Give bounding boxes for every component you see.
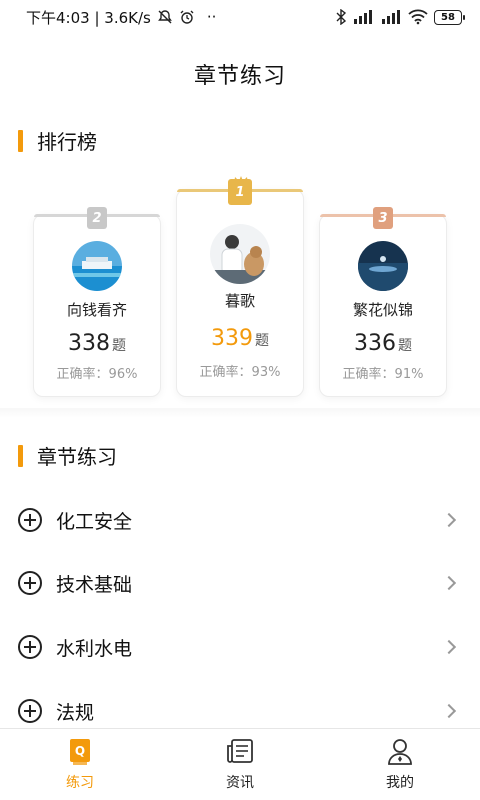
bluetooth-icon [336,9,346,25]
chapter-label: 法规 [56,701,95,724]
practice-icon: Q [66,738,94,766]
rank-count: 338 题 [34,331,160,356]
rank-count-unit: 题 [398,338,412,354]
mute-notification-icon [157,9,173,25]
plus-circle-icon [18,699,42,723]
rank-badge-3: 3 [373,207,393,229]
chapter-item-hydropower[interactable]: 水利水电 [0,617,480,677]
rank-count: 336 题 [320,331,446,356]
rank-badge-2: 2 [87,207,107,229]
tab-news[interactable]: 资讯 [160,729,320,800]
rank-name: 暮歌 [224,292,255,310]
chapter-header: 章节练习 [18,441,117,470]
chapter-label: 化工安全 [56,510,133,533]
status-bar: 下午4:03 | 3.6K/s ·· 58 [0,0,480,34]
plus-circle-icon [18,571,42,595]
section-accent-bar [18,129,23,152]
leaderboard-header: 排行榜 [18,126,97,155]
chevron-right-icon [441,639,457,655]
chapter-item-technical-basics[interactable]: 技术基础 [0,553,480,613]
leaderboard-title: 排行榜 [37,130,97,154]
chapter-label: 技术基础 [56,573,133,596]
signal-hd-1-icon [352,9,374,25]
tab-profile[interactable]: 我的 [320,729,480,800]
page-title: 章节练习 [193,64,286,89]
plus-circle-icon [18,508,42,532]
chevron-right-icon [441,575,457,591]
wifi-icon [408,9,428,25]
avatar [72,241,122,291]
rank-count-unit: 题 [112,338,126,354]
rank-accuracy: 正确率：96% [56,367,138,382]
alarm-icon [179,9,195,25]
section-divider [0,408,480,418]
status-time: 下午4:03 | 3.6K/s [26,8,151,27]
rank-card-1[interactable]: 1 暮歌 339 题 正确率：93% [176,176,304,397]
rank-count-number: 336 [354,331,396,356]
plus-circle-icon [18,635,42,659]
rank-name: 向钱看齐 [66,301,127,319]
rank-count: 339 题 [177,326,303,351]
tab-practice[interactable]: Q 练习 [0,729,160,800]
rank-count-unit: 题 [255,333,269,349]
news-icon [226,738,254,766]
rank-count-number: 338 [68,331,110,356]
bottom-tab-bar: Q 练习 资讯 我的 [0,728,480,800]
more-dots: ·· [206,8,217,26]
chevron-right-icon [441,512,457,528]
rank-accuracy: 正确率：93% [199,365,281,380]
profile-icon [386,738,414,766]
tab-label: 练习 [66,774,94,791]
section-accent-bar [18,444,23,467]
chapter-label: 水利水电 [56,637,133,660]
chevron-right-icon [441,703,457,719]
rank-count-number: 339 [211,326,253,351]
chapter-section-title: 章节练习 [37,445,117,469]
chapter-item-chemical-safety[interactable]: 化工安全 [0,490,480,550]
rank-badge-1: 1 [228,179,252,205]
tab-label: 我的 [386,774,414,791]
battery-indicator: 58 [434,9,465,25]
svg-text:Q: Q [75,744,85,758]
rank-card-2[interactable]: 2 向钱看齐 338 题 正确率：96% [33,207,161,397]
avatar [358,241,408,291]
rank-card-3[interactable]: 3 繁花似锦 336 题 正确率：91% [319,207,447,397]
rank-accuracy: 正确率：91% [342,367,424,382]
tab-label: 资讯 [226,774,254,791]
avatar [210,224,270,284]
rank-name: 繁花似锦 [352,301,413,319]
signal-hd-2-icon [380,9,402,25]
